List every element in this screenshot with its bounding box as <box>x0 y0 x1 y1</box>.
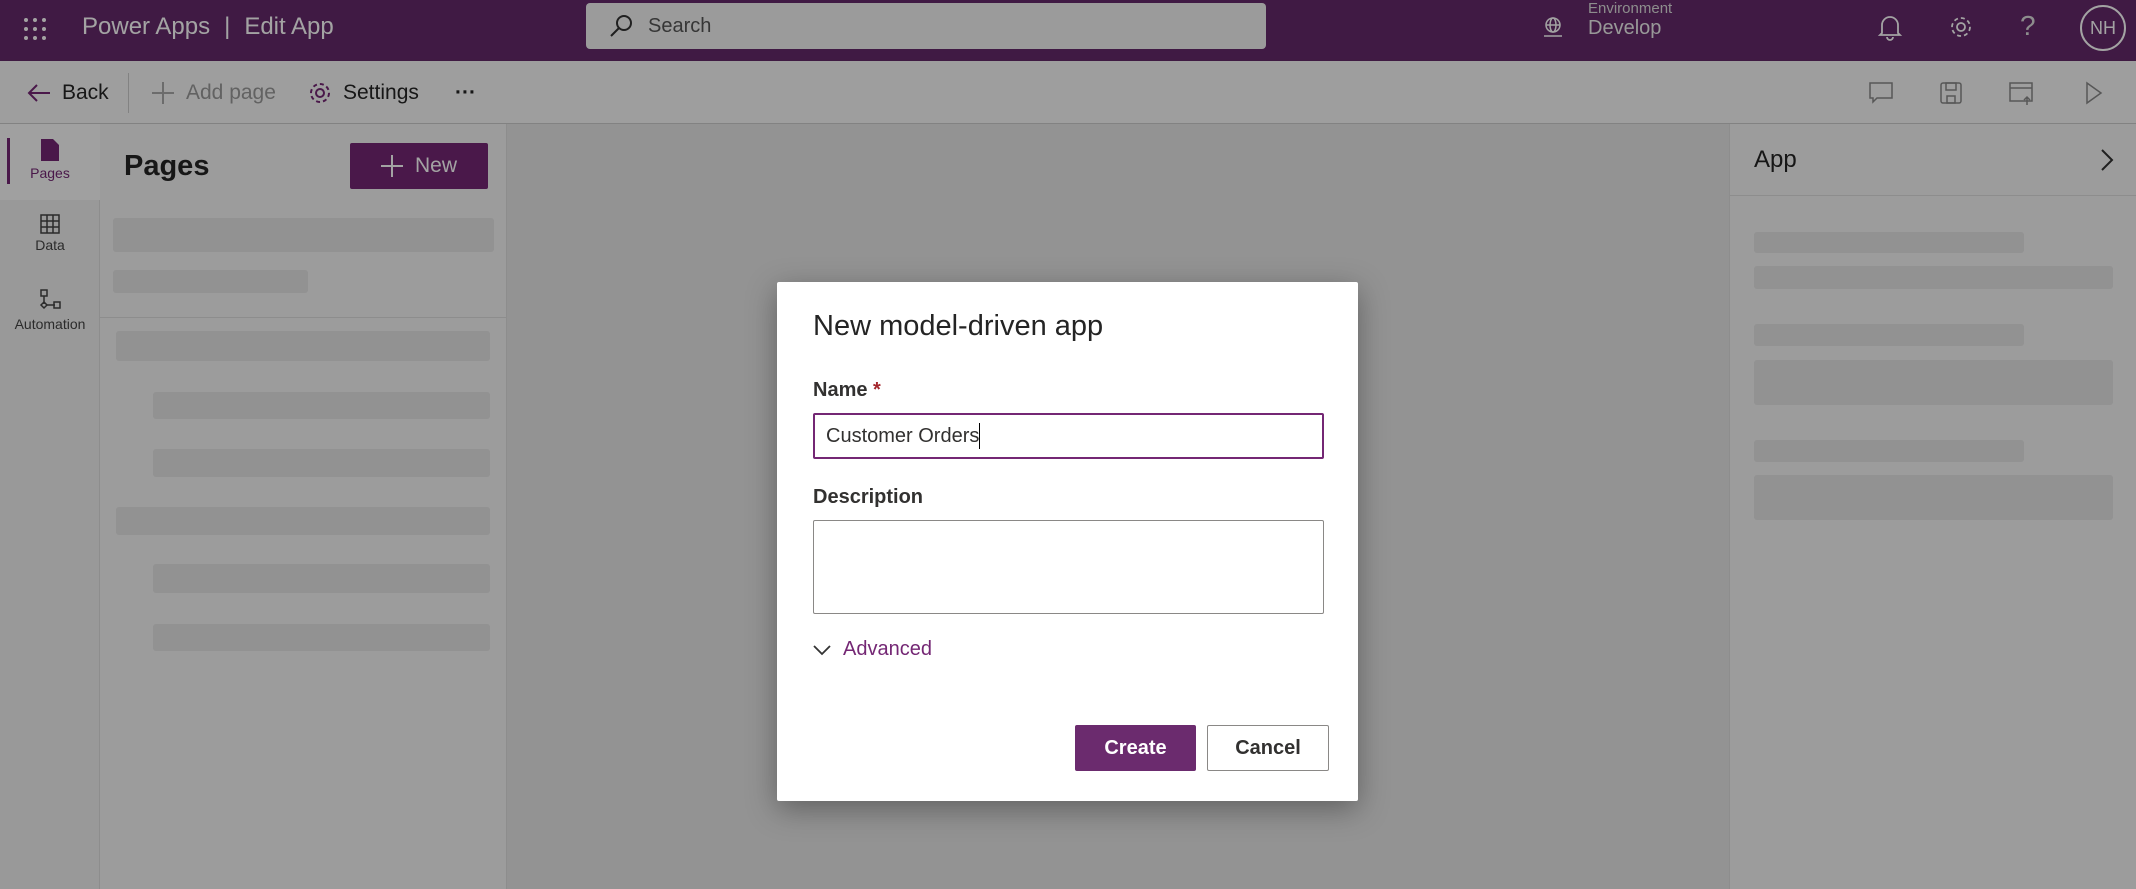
chevron-down-icon <box>813 644 831 655</box>
name-input[interactable]: Customer Orders <box>813 413 1324 459</box>
cancel-button[interactable]: Cancel <box>1207 725 1329 771</box>
name-label-text: Name <box>813 379 868 401</box>
text-cursor <box>979 423 981 449</box>
name-input-value: Customer Orders <box>826 424 980 447</box>
required-asterisk: * <box>873 379 881 401</box>
create-button[interactable]: Create <box>1075 725 1196 771</box>
description-label: Description <box>813 486 924 508</box>
new-app-dialog: New model-driven app Name * Customer Ord… <box>777 282 1358 801</box>
advanced-toggle[interactable]: Advanced <box>813 638 932 661</box>
advanced-label: Advanced <box>843 638 932 660</box>
description-textarea[interactable] <box>813 520 1324 614</box>
dialog-title: New model-driven app <box>813 310 1104 342</box>
name-label: Name * <box>813 379 881 402</box>
